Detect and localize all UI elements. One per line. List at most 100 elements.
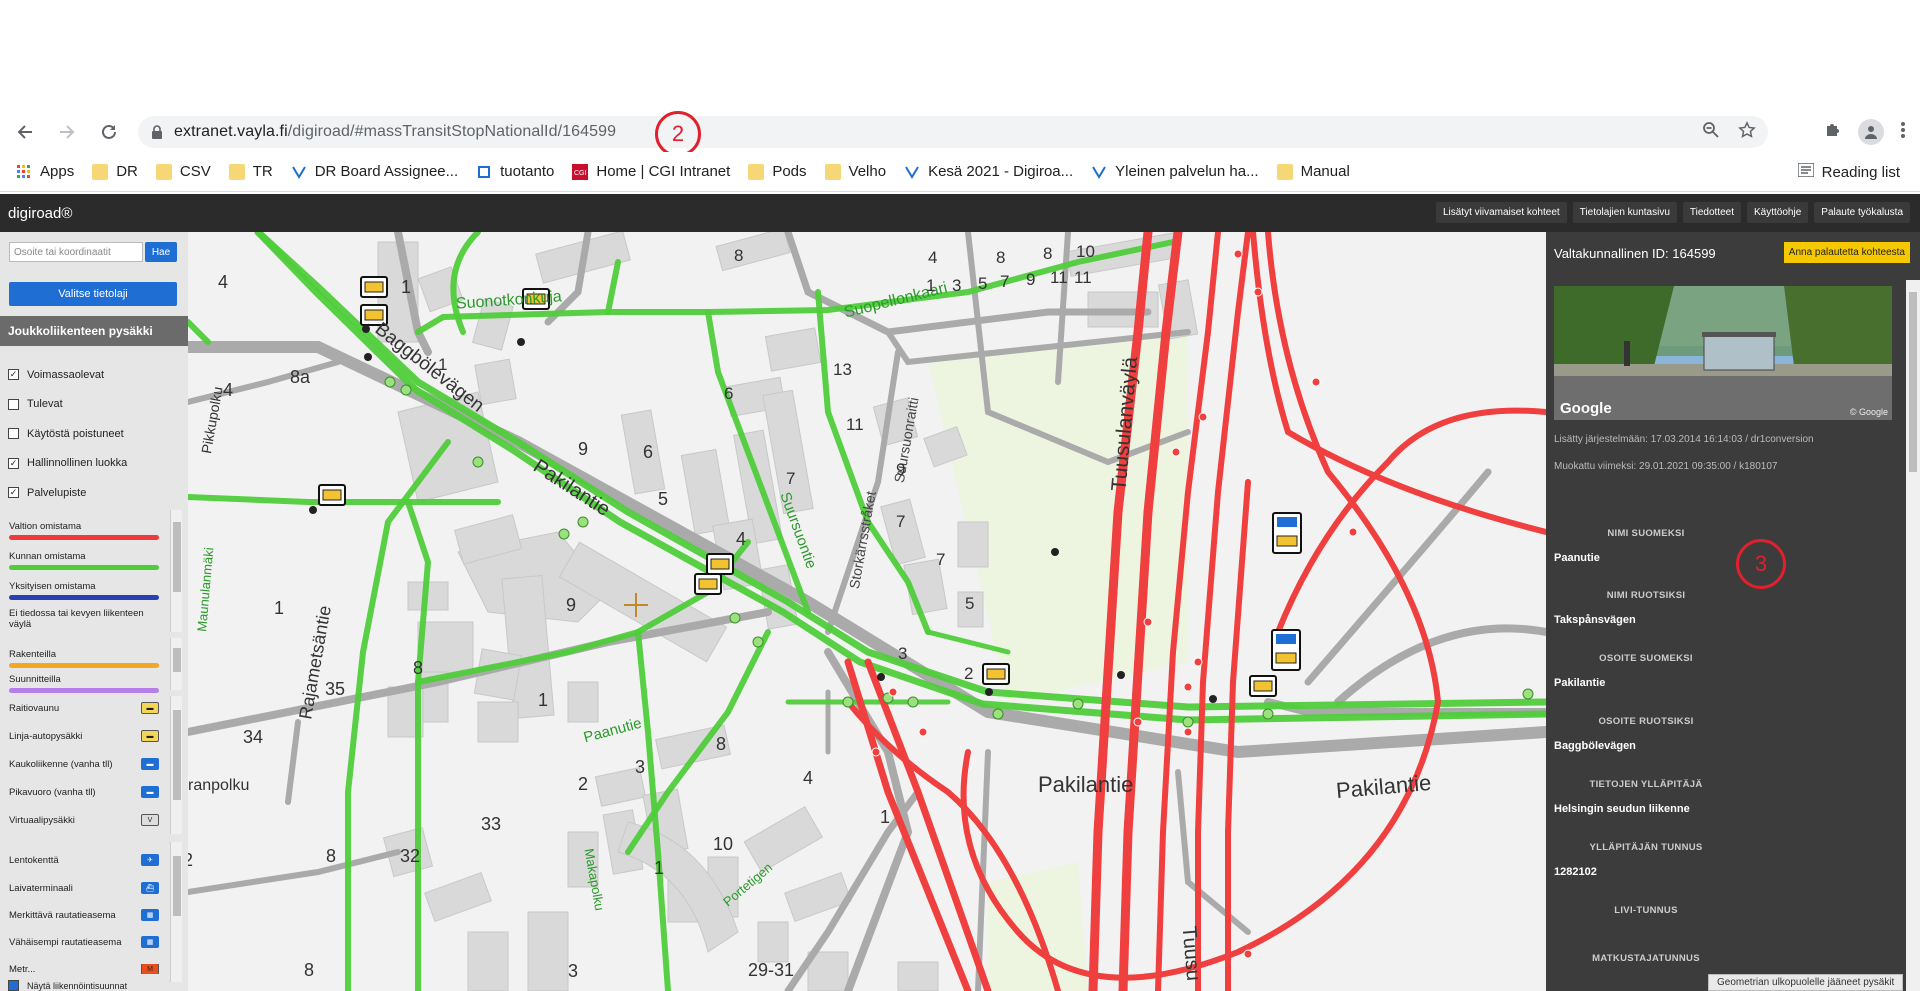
- checkbox-checked[interactable]: ✓: [8, 369, 19, 381]
- bookmark-dr[interactable]: DR: [92, 163, 138, 180]
- bookmark-star-icon[interactable]: [1738, 120, 1756, 144]
- url-text[interactable]: extranet.vayla.fi/digiroad/#massTransitS…: [174, 123, 616, 141]
- google-logo: Google: [1560, 400, 1612, 417]
- stop-type-label: Kaukoliikenne (vanha tll): [9, 758, 113, 770]
- announcements-button[interactable]: Tiedotteet: [1682, 202, 1742, 223]
- stop-type-express: Pikavuoro (vanha tll) ▬: [9, 786, 159, 798]
- svg-text:CGI: CGI: [574, 170, 587, 177]
- bookmark-kesa[interactable]: Kesä 2021 - Digiroa...: [904, 163, 1073, 180]
- checkbox-checked[interactable]: ✓: [8, 457, 19, 469]
- airport-icon: ✈: [141, 854, 159, 866]
- stop-type-label: Pikavuoro (vanha tll): [9, 786, 96, 798]
- bookmark-label: Manual: [1300, 163, 1350, 180]
- bookmark-label: Home | CGI Intranet: [596, 163, 731, 180]
- user-guide-button[interactable]: Käyttöohje: [1747, 202, 1809, 223]
- checkbox-unchecked[interactable]: [8, 428, 19, 440]
- checkbox-checked[interactable]: ✓: [8, 487, 19, 499]
- feedback-button[interactable]: Anna palautetta kohteesta: [1783, 242, 1910, 263]
- municipality-page-button[interactable]: Tietolajien kuntasivu: [1572, 202, 1677, 223]
- filter-palvelupiste[interactable]: ✓ Palvelupiste: [8, 478, 127, 508]
- checkbox-checked[interactable]: [8, 980, 19, 991]
- house-number: 5: [965, 594, 975, 613]
- house-number: 13: [833, 360, 852, 379]
- page-icon: [476, 164, 492, 180]
- panel-title: Valtakunnallinen ID: 164599: [1554, 246, 1716, 261]
- address-bar[interactable]: extranet.vayla.fi/digiroad/#massTransitS…: [138, 116, 1768, 148]
- field-value-maintainer: Helsingin seudun liikenne: [1554, 803, 1690, 815]
- street-view-photo[interactable]: Google © Google: [1554, 286, 1892, 420]
- reload-icon[interactable]: [92, 115, 126, 149]
- house-number: 6: [724, 384, 734, 403]
- legend-swatch-blue: [9, 595, 159, 600]
- metro-icon: M: [141, 964, 159, 974]
- extensions-puzzle-icon[interactable]: [1824, 121, 1842, 144]
- search-input[interactable]: Osoite tai koordinaatit: [9, 242, 143, 262]
- house-number: 2: [964, 664, 974, 683]
- house-number: 32: [400, 846, 421, 866]
- legend-kunnan: Kunnan omistama: [9, 550, 159, 570]
- bookmark-apps[interactable]: Apps: [16, 163, 74, 180]
- annotation-circle-2: 2: [655, 111, 701, 157]
- filter-label: Voimassaolevat: [27, 368, 105, 381]
- map-view[interactable]: Suonotkonkuja Suopellonkaari Pakilantie …: [188, 232, 1546, 991]
- stop-types-scrollbar[interactable]: [170, 696, 182, 834]
- service-ship: Laivaterminaali ⛴: [9, 882, 159, 894]
- house-number: 9: [578, 439, 589, 459]
- house-number: 3: [898, 644, 908, 663]
- filter-voimassaolevat[interactable]: ✓ Voimassaolevat: [8, 360, 127, 390]
- minor-rail-station-icon: ▦: [141, 936, 159, 948]
- filter-kaytosta-poistuneet[interactable]: Käytöstä poistuneet: [8, 419, 127, 449]
- reading-list-button[interactable]: Reading list: [1796, 152, 1900, 192]
- show-directions-checkbox[interactable]: Näytä liikennöintisuunnat: [8, 980, 127, 991]
- bookmarks-bar: Apps DR CSV TR DR Board Assignee... tuot…: [0, 152, 1920, 192]
- bookmark-dr-board[interactable]: DR Board Assignee...: [291, 163, 458, 180]
- filter-label: Hallinnollinen luokka: [27, 457, 128, 470]
- house-number: 3: [568, 961, 579, 981]
- lock-icon[interactable]: [150, 125, 164, 139]
- zoom-icon[interactable]: [1702, 121, 1720, 144]
- outside-geometry-stops-button[interactable]: Geometrian ulkopuolelle jääneet pysäkit: [1708, 974, 1904, 991]
- bookmark-yleinen[interactable]: Yleinen palvelun ha...: [1091, 163, 1259, 180]
- back-arrow-icon[interactable]: [8, 115, 42, 149]
- forward-arrow-icon[interactable]: [50, 115, 84, 149]
- url-path: /digiroad/#massTransitStopNationalId/164…: [287, 123, 617, 140]
- construction-scrollbar[interactable]: [170, 638, 182, 690]
- legend-label: Suunnitteilla: [9, 674, 61, 685]
- house-number: 7: [896, 512, 906, 531]
- digiroad-logo[interactable]: digiroad®: [8, 205, 72, 222]
- filter-tulevat[interactable]: Tulevat: [8, 390, 127, 420]
- stop-type-virtual: Virtuaalipysäkki V: [9, 814, 159, 826]
- folder-icon: [1276, 163, 1293, 180]
- legend-scrollbar[interactable]: [170, 510, 182, 632]
- select-layer-button[interactable]: Valitse tietolaji: [9, 282, 177, 306]
- folder-icon: [748, 163, 765, 180]
- house-number: 9: [896, 460, 906, 479]
- field-label: TIETOJEN YLLÄPITÄJÄ: [1589, 779, 1703, 790]
- modified-info: Muokattu viimeksi: 29.01.2021 09:35:00 /…: [1554, 461, 1778, 472]
- house-number: 34: [243, 727, 264, 747]
- service-scrollbar[interactable]: [170, 842, 182, 982]
- bookmark-manual[interactable]: Manual: [1276, 163, 1350, 180]
- folder-icon: [824, 163, 841, 180]
- field-label: MATKUSTAJATUNNUS: [1592, 953, 1700, 964]
- panel-scrollbar[interactable]: [1906, 280, 1920, 991]
- bookmark-tuotanto[interactable]: tuotanto: [476, 163, 554, 180]
- search-button[interactable]: Hae: [145, 242, 177, 262]
- bookmark-pods[interactable]: Pods: [748, 163, 807, 180]
- filter-hallinnollinen-luokka[interactable]: ✓ Hallinnollinen luokka: [8, 449, 127, 479]
- tool-feedback-button[interactable]: Palaute työkalusta: [1814, 202, 1910, 223]
- stop-type-tram: Raitiovaunu ▬: [9, 702, 159, 714]
- vayla-logo-icon: [1091, 164, 1107, 180]
- bookmark-tr[interactable]: TR: [228, 163, 273, 180]
- tram-stop-icon: ▬: [141, 702, 159, 714]
- house-number: 11: [1074, 268, 1092, 287]
- legend-yksityisen: Yksityisen omistama: [9, 580, 159, 600]
- bookmark-velho[interactable]: Velho: [824, 163, 886, 180]
- added-linear-assets-button[interactable]: Lisätyt viivamaiset kohteet: [1435, 202, 1567, 223]
- browser-menu-icon[interactable]: [1900, 121, 1906, 144]
- bookmark-cgi[interactable]: CGI Home | CGI Intranet: [572, 163, 730, 180]
- bookmark-csv[interactable]: CSV: [155, 163, 211, 180]
- filter-label: Käytöstä poistuneet: [27, 427, 124, 440]
- profile-avatar-icon[interactable]: [1858, 119, 1884, 145]
- checkbox-unchecked[interactable]: [8, 398, 19, 410]
